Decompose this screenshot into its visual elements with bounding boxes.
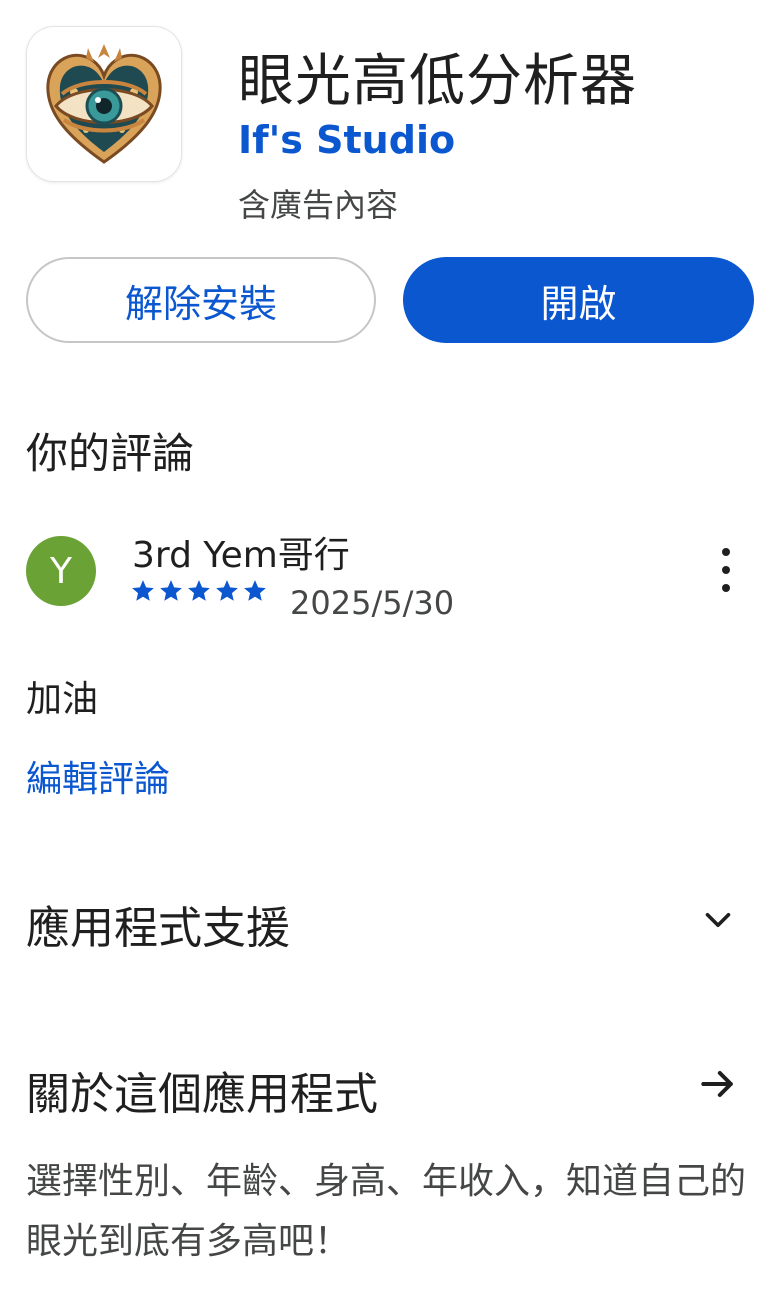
star-icon	[216, 580, 238, 601]
review-date: 2025/5/30	[290, 584, 455, 622]
open-button[interactable]: 開啟	[403, 257, 754, 343]
uninstall-button-label: 解除安裝	[124, 281, 277, 326]
star-rating	[130, 578, 268, 604]
contains-ads-label: 含廣告內容	[238, 186, 399, 224]
avatar-letter: Y	[50, 550, 72, 592]
star-icon	[244, 580, 266, 601]
review-text: 加油	[26, 679, 99, 720]
uninstall-button[interactable]: 解除安裝	[26, 257, 376, 343]
about-app-row[interactable]: 關於這個應用程式	[26, 1046, 754, 1126]
eye-heart-icon	[26, 26, 182, 182]
edit-review-link[interactable]: 編輯評論	[26, 750, 170, 802]
developer-link[interactable]: If's Studio	[238, 118, 455, 162]
open-button-label: 開啟	[540, 281, 617, 326]
app-support-title: 應用程式支援	[26, 903, 290, 954]
chevron-down-icon	[705, 912, 731, 928]
more-vert-icon[interactable]	[706, 548, 746, 592]
about-app-title: 關於這個應用程式	[26, 1069, 378, 1120]
app-details-page: 眼光高低分析器 If's Studio 含廣告內容 解除安裝 開啟 你的評論 Y…	[0, 0, 780, 1313]
app-title: 眼光高低分析器	[238, 49, 637, 114]
star-icon	[160, 580, 182, 601]
reviewer-name: 3rd Yem哥行	[132, 535, 350, 576]
star-icon	[132, 580, 154, 601]
about-app-description: 選擇性別、年齡、身高、年收入，知道自己的眼光到底有多高吧！	[26, 1161, 747, 1262]
your-review-heading: 你的評論	[26, 429, 195, 478]
app-support-row[interactable]: 應用程式支援	[26, 880, 754, 960]
star-icon	[188, 580, 210, 601]
arrow-right-icon	[701, 1070, 733, 1098]
avatar: Y	[26, 536, 96, 606]
